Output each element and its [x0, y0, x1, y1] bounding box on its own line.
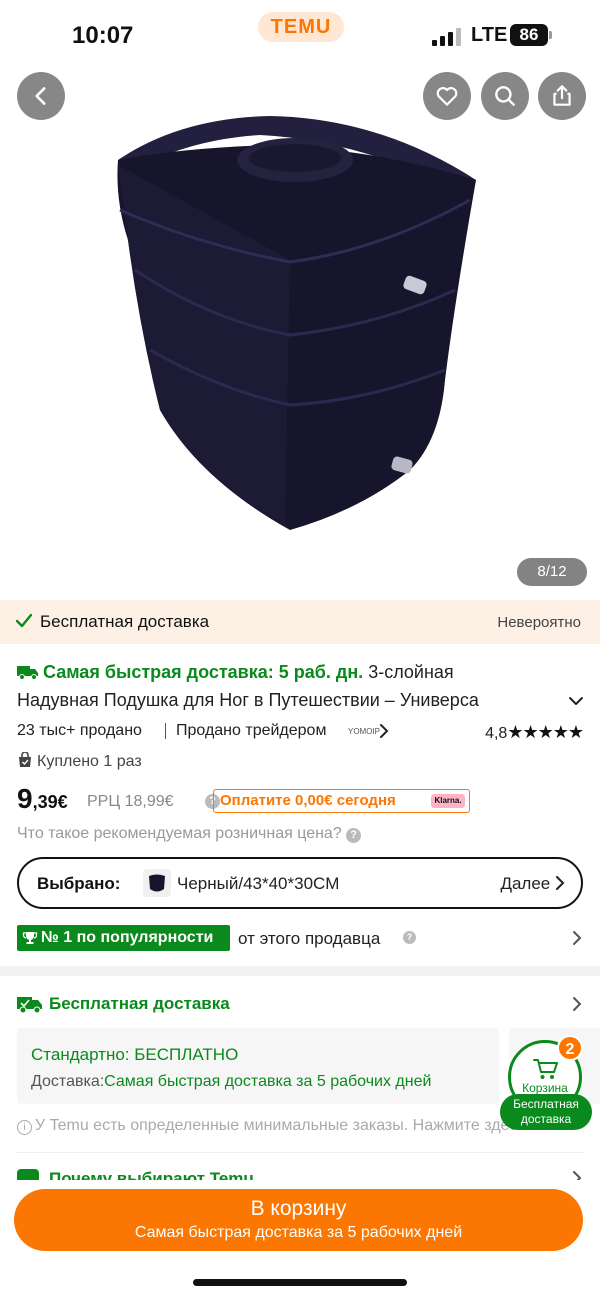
klarna-pay-box[interactable]: Оплатите 0,00€ сегодня Klarna. — [213, 789, 470, 813]
selected-label: Выбрано: — [37, 874, 121, 893]
chevron-right-icon[interactable] — [571, 929, 583, 947]
min-order-notice[interactable]: iУ Temu есть определенные минимальные за… — [17, 1117, 526, 1135]
sales-seller-row: 23 тыс+ продано Продано трейдером YOMOIP… — [17, 720, 584, 744]
chevron-left-icon — [35, 87, 46, 105]
fast-delivery-label: Самая быстрая доставка: 5 раб. дн. — [43, 662, 364, 682]
variant-thumbnail — [143, 869, 171, 897]
home-indicator[interactable] — [193, 1279, 407, 1286]
battery-tip — [549, 31, 552, 39]
cart-icon — [533, 1059, 558, 1079]
signal-icon — [432, 28, 462, 46]
back-button[interactable] — [17, 72, 65, 120]
meta-separator — [165, 723, 166, 739]
shipping-title: Бесплатная доставка — [49, 994, 230, 1013]
bought-text: Куплено 1 раз — [37, 753, 142, 770]
sold-count: 23 тыс+ продано — [17, 722, 142, 739]
chevron-right-icon — [573, 997, 582, 1011]
price: 9,39€ — [17, 783, 68, 815]
share-button[interactable] — [538, 72, 586, 120]
popularity-row[interactable]: № 1 по популярности от этого продавца ? — [17, 925, 583, 951]
truck-icon — [17, 997, 42, 1014]
rrp-price: РРЦ 18,99€ — [87, 793, 174, 810]
cart-label: Корзина — [522, 1081, 568, 1095]
separator-line — [17, 1152, 583, 1153]
shopping-bag-icon — [19, 752, 31, 767]
cart-free-line2: доставка — [520, 1112, 572, 1126]
popularity-text: от этого продавца — [238, 929, 381, 948]
delivery-value: Самая быстрая доставка за 5 рабочих дней — [104, 1073, 432, 1090]
min-order-text: У Temu есть определенные минимальные зак… — [35, 1117, 526, 1134]
shipping-standard: Стандартно: БЕСПЛАТНО — [31, 1045, 239, 1064]
banner-text: Бесплатная доставка — [40, 612, 210, 631]
info-icon: i — [17, 1120, 32, 1135]
klarna-logo: Klarna. — [431, 794, 465, 808]
section-divider — [0, 966, 600, 976]
add-to-cart-button[interactable]: В корзину Самая быстрая доставка за 5 ра… — [14, 1189, 583, 1251]
favorite-button[interactable] — [423, 72, 471, 120]
pay-now-text: Оплатите 0,00€ сегодня — [220, 792, 396, 809]
why-temu-row[interactable]: Почему выбирают Temu — [17, 1166, 583, 1180]
status-time: 10:07 — [72, 22, 134, 49]
next-link[interactable]: Далее — [500, 874, 565, 894]
heart-icon — [436, 87, 458, 106]
truck-icon — [17, 666, 38, 680]
popularity-badge: № 1 по популярности — [17, 925, 230, 951]
trophy-icon — [22, 932, 38, 944]
popularity-badge-text: № 1 по популярности — [41, 929, 214, 946]
shipping-delivery: Доставка:Самая быстрая доставка за 5 раб… — [31, 1073, 431, 1091]
question-icon: ? — [346, 828, 362, 843]
price-integer: 9 — [17, 783, 33, 814]
question-icon[interactable]: ? — [403, 931, 416, 944]
share-icon — [553, 85, 571, 106]
chevron-right-icon[interactable] — [378, 722, 390, 740]
shipping-header[interactable]: Бесплатная доставка — [17, 992, 583, 1016]
add-to-cart-sub: Самая быстрая доставка за 5 рабочих дней — [134, 1224, 463, 1241]
variant-selector[interactable]: Выбрано: Черный/43*40*30CM Далее — [17, 857, 583, 909]
cart-free-shipping-badge: Бесплатная доставка — [500, 1094, 592, 1130]
banner-right-text: Невероятно — [497, 614, 581, 631]
delivery-prefix: Доставка: — [31, 1073, 105, 1090]
battery-icon: 86 — [510, 24, 548, 46]
rating[interactable]: 4,8★★★★★ — [485, 722, 584, 743]
cart-count-badge: 2 — [557, 1035, 583, 1061]
cart-free-line1: Бесплатная — [513, 1097, 579, 1111]
chevron-right-icon — [556, 876, 565, 890]
status-bar: 10:07 TEMU LTE 86 — [0, 0, 600, 62]
price-row: 9,39€ РРЦ 18,99€ ? Оплатите 0,00€ сегодн… — [17, 783, 583, 815]
check-icon — [15, 613, 33, 628]
stars-icon: ★★★★★ — [507, 722, 584, 742]
price-cents: ,39€ — [32, 792, 68, 812]
shipping-option-card[interactable]: Стандартно: БЕСПЛАТНО Доставка:Самая быс… — [17, 1028, 499, 1104]
title-line-1: Самая быстрая доставка: 5 раб. дн. 3-сло… — [17, 658, 587, 686]
shield-icon — [17, 1169, 39, 1180]
bought-count: Куплено 1 раз — [17, 752, 142, 771]
chevron-down-icon[interactable] — [565, 690, 587, 712]
title-text-start: 3-слойная — [363, 662, 454, 682]
rrp-question-link[interactable]: Что такое рекомендуемая розничная цена? … — [17, 825, 362, 843]
next-label: Далее — [500, 874, 551, 893]
rrp-question-text: Что такое рекомендуемая розничная цена? — [17, 825, 342, 842]
image-counter: 8/12 — [517, 558, 587, 586]
temu-logo: TEMU — [258, 12, 344, 42]
product-image-gallery[interactable]: 8/12 — [0, 0, 600, 600]
rating-value: 4,8 — [485, 725, 508, 742]
search-button[interactable] — [481, 72, 529, 120]
title-line-2: Надувная Подушка для Ног в Путешествии –… — [17, 690, 479, 710]
free-delivery-banner: Бесплатная доставка Невероятно — [0, 600, 600, 644]
selected-variant: Черный/43*40*30CM — [177, 874, 340, 893]
seller-logo[interactable]: YOMOIP — [348, 723, 380, 741]
product-title[interactable]: Самая быстрая доставка: 5 раб. дн. 3-сло… — [17, 658, 587, 714]
search-icon — [495, 86, 515, 106]
why-temu-title: Почему выбирают Temu — [49, 1169, 254, 1180]
network-type: LTE — [471, 24, 508, 46]
seller-label[interactable]: Продано трейдером — [176, 722, 326, 740]
add-to-cart-label: В корзину — [250, 1197, 347, 1220]
chevron-right-icon — [573, 1171, 582, 1180]
